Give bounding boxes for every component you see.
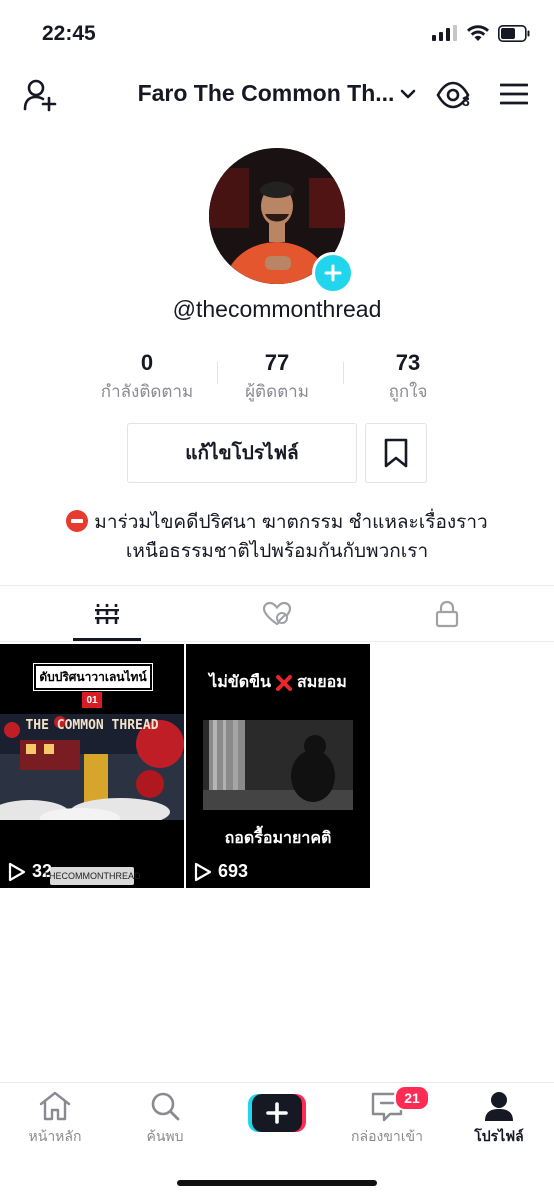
signal-icon xyxy=(432,25,457,41)
stop-sign-icon xyxy=(66,510,89,532)
video-2-scene xyxy=(203,720,353,810)
inbox-badge: 21 xyxy=(394,1085,430,1111)
video-thumbnail[interactable]: ไม่ขัดขืน สมยอม ถอดรื้อมายาคติ 693 xyxy=(186,644,370,888)
profile-views-button[interactable] xyxy=(436,80,476,114)
menu-button[interactable] xyxy=(499,82,529,106)
create-button[interactable] xyxy=(248,1093,306,1133)
video-1-episode: 01 xyxy=(82,692,102,708)
home-indicator xyxy=(177,1180,377,1186)
account-name: Faro The Common Th... xyxy=(137,80,395,106)
favorites-button[interactable] xyxy=(365,423,427,483)
video-1-watermark: THECOMMONTHREAD xyxy=(44,867,141,885)
following-count: 0 xyxy=(140,350,154,375)
bio-line-2: เหนือธรรมชาติไปพร้อมกันกับพวกเรา xyxy=(125,541,429,562)
nav-profile-label: โปรไฟล์ xyxy=(474,1128,524,1144)
video-1-title: ดับปริศนาวาเลนไทน์ xyxy=(33,663,153,691)
video-2-caption: ถอดรื้อมายาคติ xyxy=(224,830,332,847)
followers-stat[interactable]: 77 ผู้ติดตาม xyxy=(202,350,352,405)
edit-profile-button[interactable]: แก้ไขโปรไฟล์ xyxy=(127,423,357,483)
video-1-banner: THE COMMON THREAD xyxy=(25,718,159,733)
wifi-icon xyxy=(467,25,489,41)
nav-discover[interactable]: ค้นพบ xyxy=(110,1090,220,1148)
nav-discover-label: ค้นพบ xyxy=(146,1128,184,1144)
home-icon xyxy=(39,1091,71,1121)
battery-icon xyxy=(498,24,530,42)
bottom-nav-divider xyxy=(0,1082,554,1083)
followers-count: 77 xyxy=(264,350,290,375)
nav-profile[interactable]: โปรไฟล์ xyxy=(444,1090,554,1148)
liked-heart-icon xyxy=(262,601,292,625)
followers-label: ผู้ติดตาม xyxy=(245,382,309,401)
profile-views-count: 3 xyxy=(462,93,470,109)
add-avatar-button[interactable] xyxy=(312,252,354,294)
tab-private[interactable] xyxy=(355,586,539,641)
following-label: กำลังติดตาม xyxy=(100,382,194,401)
search-icon xyxy=(151,1092,180,1121)
plus-icon xyxy=(324,264,342,282)
bookmark-icon xyxy=(384,438,408,468)
hamburger-icon xyxy=(499,83,529,105)
lock-icon xyxy=(435,600,459,627)
bio-line-1: มาร่วมไขคดีปริศนา ฆาตกรรม ชำแหละเรื่องรา… xyxy=(94,512,488,533)
bio: มาร่วมไขคดีปริศนา ฆาตกรรม ชำแหละเรื่องรา… xyxy=(40,508,514,566)
nav-home-label: หน้าหลัก xyxy=(28,1128,82,1144)
nav-home[interactable]: หน้าหลัก xyxy=(0,1090,110,1148)
following-stat[interactable]: 0 กำลังติดตาม xyxy=(72,350,222,405)
chevron-down-icon xyxy=(401,89,416,98)
likes-label: ถูกใจ xyxy=(388,382,428,401)
grid-icon xyxy=(95,603,119,624)
likes-stat[interactable]: 73 ถูกใจ xyxy=(333,350,483,405)
video-2-title: ไม่ขัดขืน สมยอม xyxy=(186,670,370,695)
nav-inbox-label: กล่องขาเข้า xyxy=(351,1128,423,1144)
play-icon xyxy=(194,862,212,881)
play-icon xyxy=(8,862,26,881)
video-thumbnail[interactable]: ดับปริศนาวาเลนไทน์ 01 THE COMMON THREAD … xyxy=(0,644,184,888)
status-time: 22:45 xyxy=(42,22,96,45)
tabs-divider xyxy=(0,641,554,642)
red-x-icon xyxy=(275,674,292,691)
tab-videos[interactable] xyxy=(15,586,199,641)
video-2-title-left: ไม่ขัดขืน xyxy=(209,674,271,691)
create-plus-icon xyxy=(248,1094,306,1132)
tab-liked[interactable] xyxy=(185,586,369,641)
status-icons xyxy=(432,24,530,42)
username: @thecommonthread xyxy=(172,296,382,322)
play-count: 693 xyxy=(194,861,248,882)
play-count-value: 693 xyxy=(218,861,249,881)
likes-count: 73 xyxy=(395,350,421,375)
video-2-title-right: สมยอม xyxy=(296,674,347,691)
profile-icon xyxy=(485,1092,513,1121)
